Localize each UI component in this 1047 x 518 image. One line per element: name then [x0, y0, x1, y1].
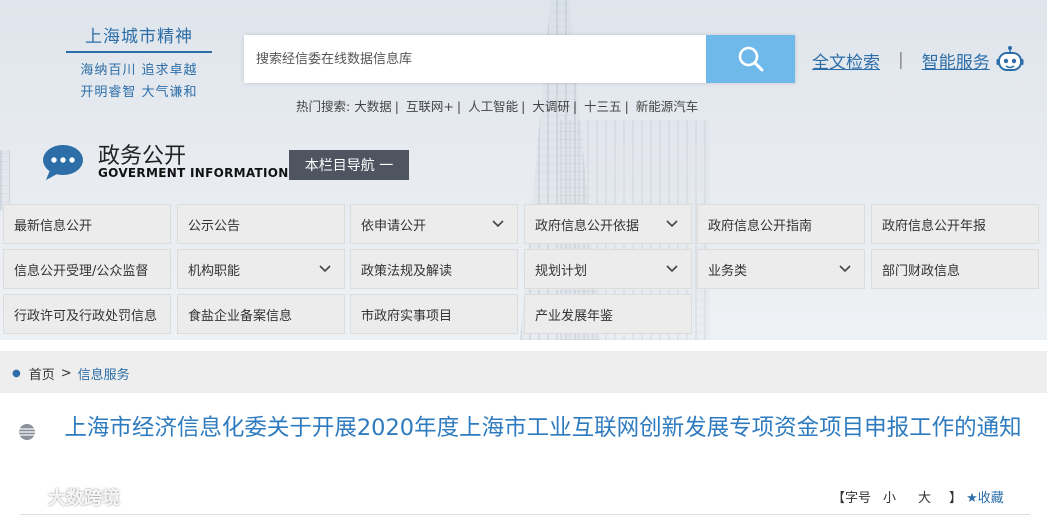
menu-item-label: 公示公告 [188, 218, 241, 234]
breadcrumb-home-link[interactable]: 首页 [29, 364, 55, 383]
divider: | [572, 99, 578, 114]
menu-item[interactable]: 业务类 [697, 249, 865, 289]
section-nav-toggle-button[interactable]: 本栏目导航 一 [289, 150, 409, 180]
divider [20, 514, 1030, 515]
search-bar [244, 35, 795, 83]
menu-item[interactable]: 行政许可及行政处罚信息 [3, 294, 171, 334]
hot-search-label: 热门搜索: [296, 99, 351, 114]
breadcrumb: ● 首页 > 信息服务 [12, 364, 130, 383]
hot-search: 热门搜索: 大数据 | 互联网+ | 人工智能 | 大调研 | 十三五 | 新能源汽车 [296, 96, 698, 115]
favorite-button[interactable]: ★收藏 [966, 487, 1004, 506]
menu-item[interactable]: 政府信息公开依据 [524, 204, 692, 244]
menu-item-label: 政府信息公开依据 [535, 218, 640, 234]
menu-item-label: 产业发展年鉴 [535, 308, 614, 324]
menu-item[interactable]: 部门财政信息 [871, 249, 1039, 289]
logo-slogan-1: 海纳百川 追求卓越 [80, 63, 198, 78]
divider: | [624, 99, 629, 114]
logo-slogan-2: 开明睿智 大气谦和 [80, 85, 198, 100]
font-size-small-button[interactable]: 小 [883, 487, 896, 506]
divider: | [898, 50, 904, 70]
menu-item[interactable]: 依申请公开 [350, 204, 518, 244]
bullet-icon: ● [12, 368, 21, 379]
fulltext-search-link[interactable]: 全文检索 [812, 48, 880, 73]
menu-item-label: 政策法规及解读 [361, 263, 453, 279]
menu-item[interactable]: 最新信息公开 [3, 204, 171, 244]
breadcrumb-bar [0, 351, 1047, 393]
divider: | [394, 99, 399, 114]
menu-item[interactable]: 市政府实事项目 [350, 294, 518, 334]
chevron-down-icon [492, 220, 504, 228]
hot-term[interactable]: 新能源汽车 [636, 99, 699, 114]
chevron-down-icon [666, 220, 678, 228]
menu-item-label: 市政府实事项目 [361, 308, 453, 324]
chevron-down-icon [319, 265, 331, 273]
menu-item-label: 信息公开受理/公众监督 [14, 263, 149, 279]
menu-item-label: 机构职能 [188, 263, 241, 279]
top-links: 全文检索 | 智能服务 [812, 45, 1024, 75]
menu-item-label: 部门财政信息 [882, 263, 961, 279]
menu-item[interactable]: 规划计划 [524, 249, 692, 289]
menu-item-label: 行政许可及行政处罚信息 [14, 308, 158, 324]
smart-service-link[interactable]: 智能服务 [922, 48, 990, 73]
hot-term[interactable]: 互联网+ [406, 99, 454, 114]
font-size-large-button[interactable]: 大 [918, 487, 931, 506]
menu-item-label: 政府信息公开年报 [882, 218, 987, 234]
chevron-down-icon [666, 265, 678, 273]
menu-item-label: 政府信息公开指南 [708, 218, 813, 234]
menu-item-label: 依申请公开 [361, 218, 427, 234]
menu-item[interactable]: 公示公告 [177, 204, 345, 244]
hot-term[interactable]: 十三五 [584, 99, 622, 114]
robot-icon[interactable] [996, 45, 1024, 75]
menu-item[interactable]: 机构职能 [177, 249, 345, 289]
watermark-text: 大数跨境 [48, 488, 120, 509]
menu-item[interactable]: 政府信息公开指南 [697, 204, 865, 244]
article-title: 上海市经济信息化委关于开展2020年度上海市工业互联网创新发展专项资金项目申报工… [64, 415, 1022, 441]
building-decoration [0, 150, 10, 210]
watermark: 大数跨境 [8, 484, 120, 510]
globe-icon [19, 424, 35, 440]
menu-item-label: 业务类 [708, 263, 748, 279]
font-size-controls: 【字号 小 大 】 ★收藏 [832, 487, 1008, 506]
hot-term[interactable]: 人工智能 [468, 99, 518, 114]
divider: | [456, 99, 462, 114]
chat-bubble-icon [43, 145, 83, 180]
menu-item[interactable]: 政府信息公开年报 [871, 204, 1039, 244]
divider: | [521, 99, 526, 114]
menu-item[interactable]: 信息公开受理/公众监督 [3, 249, 171, 289]
font-size-label: 【字号 [832, 491, 872, 506]
menu-item-label: 最新信息公开 [14, 218, 93, 234]
menu-item-label: 规划计划 [535, 263, 588, 279]
menu-item-label: 食盐企业备案信息 [188, 308, 293, 324]
section-subtitle: GOVERMENT INFORMATION [98, 166, 289, 180]
menu-item[interactable]: 食盐企业备案信息 [177, 294, 345, 334]
menu-item[interactable]: 政策法规及解读 [350, 249, 518, 289]
hot-term[interactable]: 大数据 [354, 99, 392, 114]
logo-title: 上海城市精神 [66, 22, 212, 53]
font-size-bracket: 】 [949, 491, 963, 506]
search-icon [738, 46, 763, 72]
hot-term[interactable]: 大调研 [532, 99, 570, 114]
chevron-down-icon [839, 265, 851, 273]
watermark-logo-icon [8, 490, 44, 504]
site-logo[interactable]: 上海城市精神 海纳百川 追求卓越 开明睿智 大气谦和 [66, 22, 212, 100]
breadcrumb-separator: > [60, 366, 72, 381]
menu-item[interactable]: 产业发展年鉴 [524, 294, 692, 334]
search-button[interactable] [706, 35, 795, 83]
search-input[interactable] [244, 35, 706, 83]
breadcrumb-current-link[interactable]: 信息服务 [78, 364, 130, 383]
